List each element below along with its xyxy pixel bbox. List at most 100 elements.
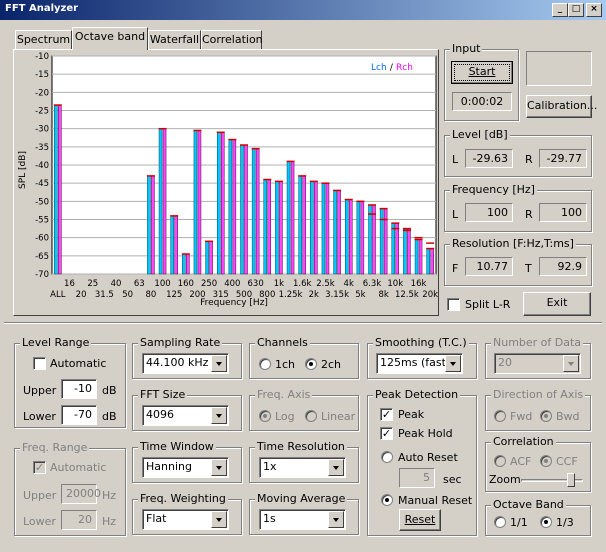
reset-button[interactable]: Reset — [399, 509, 441, 531]
peak-label: Peak — [398, 408, 425, 421]
chevron-down-icon[interactable] — [328, 511, 344, 528]
legend-rch: Rch — [396, 63, 413, 73]
freq-weighting-select[interactable]: Flat — [142, 509, 229, 530]
time-window-label: Time Window — [138, 440, 216, 453]
lch-bar — [414, 239, 419, 275]
freq-axis-log-radio[interactable] — [259, 410, 271, 422]
correlation-acf-radio[interactable] — [494, 455, 506, 467]
smoothing-value: 125ms (fast) — [380, 356, 451, 369]
chevron-down-icon[interactable] — [211, 459, 227, 476]
fft-size-value: 4096 — [146, 408, 174, 421]
fft-size-select[interactable]: 4096 — [142, 405, 229, 426]
direction-bwd-radio[interactable] — [540, 410, 552, 422]
correlation-ccf-radio[interactable] — [540, 455, 552, 467]
rch-bar — [232, 139, 237, 275]
start-button[interactable]: Start — [451, 61, 513, 84]
rch-bar — [337, 190, 341, 275]
chevron-down-icon[interactable] — [563, 355, 579, 372]
lch-bar — [391, 222, 396, 275]
level-auto-checkbox[interactable] — [33, 357, 46, 370]
freq-upper-input[interactable]: 20000 — [61, 484, 101, 504]
maximize-button[interactable]: □ — [568, 3, 584, 17]
zoom-slider-thumb[interactable] — [567, 473, 575, 487]
freq-auto-checkbox[interactable]: ✓ — [33, 461, 46, 474]
x-tick-label: 1k — [274, 279, 284, 289]
octave-1-1-radio[interactable] — [494, 516, 506, 528]
sampling-rate-select[interactable]: 44.100 kHz — [142, 353, 229, 374]
manual-reset-radio[interactable] — [381, 494, 393, 506]
rch-bar — [302, 175, 306, 275]
frequency-r-value: 100 — [539, 203, 587, 222]
auto-reset-seconds[interactable]: 5 — [399, 468, 435, 488]
direction-bwd-label: Bwd — [556, 410, 580, 423]
number-of-data-value: 20 — [498, 356, 512, 369]
peak-checkbox[interactable]: ✓ — [380, 408, 393, 421]
number-of-data-select[interactable]: 20 — [494, 353, 581, 374]
calibration-label: Calibration... — [527, 99, 598, 112]
x-tick-label: 100 — [154, 279, 170, 289]
lch-bar — [158, 128, 163, 275]
time-resolution-value: 1x — [263, 460, 277, 473]
x-tick-label: 16k — [411, 279, 427, 289]
octave-1-1-label: 1/1 — [510, 516, 528, 529]
tab-spectrum[interactable]: Spectrum — [15, 30, 72, 50]
divider — [4, 322, 602, 324]
moving-average-select[interactable]: 1s — [259, 509, 346, 530]
peak-hold-label: Peak Hold — [398, 427, 453, 440]
chevron-down-icon[interactable] — [211, 407, 227, 424]
tab-correlation[interactable]: Correlation — [201, 30, 263, 50]
level-upper-input[interactable]: -10 — [61, 379, 97, 399]
lch-bar — [356, 201, 361, 275]
octave-1-3-radio[interactable] — [540, 516, 552, 528]
minimize-button[interactable]: _ — [552, 3, 568, 17]
lch-bar — [147, 175, 151, 275]
level-lower-input[interactable]: -70 — [61, 405, 97, 425]
exit-label: Exit — [546, 296, 568, 309]
y-tick-label: -25 — [35, 107, 49, 117]
tab-label: Correlation — [202, 33, 263, 46]
x-tick-label: 25 — [87, 279, 98, 289]
level-l-label: L — [452, 153, 459, 166]
rch-bar — [209, 241, 213, 275]
time-resolution-select[interactable]: 1x — [259, 457, 346, 478]
chevron-down-icon[interactable] — [328, 459, 344, 476]
exit-button[interactable]: Exit — [523, 292, 591, 316]
rch-bar — [267, 179, 272, 275]
lch-bar — [182, 253, 186, 275]
rch-bar — [430, 248, 434, 275]
split-lr-checkbox[interactable] — [447, 298, 460, 311]
close-button[interactable]: × — [586, 3, 602, 17]
x-tick-label: 80 — [145, 290, 156, 300]
auto-reset-radio[interactable] — [381, 451, 393, 463]
chevron-down-icon[interactable] — [445, 355, 461, 372]
input-group-label: Input — [450, 42, 483, 55]
lch-bar — [263, 179, 268, 275]
x-tick-label: 1.25k — [279, 290, 303, 300]
direction-fwd-radio[interactable] — [494, 410, 506, 422]
rch-bar — [58, 104, 62, 275]
tab-label: Octave band — [74, 30, 146, 43]
smoothing-select[interactable]: 125ms (fast) — [376, 353, 463, 374]
freq-axis-linear-radio[interactable] — [305, 410, 317, 422]
peak-hold-checkbox[interactable]: ✓ — [380, 427, 393, 440]
direction-of-axis-label: Direction of Axis — [491, 388, 586, 401]
chevron-down-icon[interactable] — [211, 355, 227, 372]
split-lr-label: Split L-R — [465, 298, 511, 311]
time-window-select[interactable]: Hanning — [142, 457, 229, 478]
freq-lower-input[interactable]: 20 — [61, 510, 97, 530]
moving-average-value: 1s — [263, 512, 276, 525]
y-tick-label: -45 — [35, 179, 49, 189]
tab-waterfall[interactable]: Waterfall — [148, 30, 201, 50]
tab-octave-band[interactable]: Octave band — [72, 27, 148, 50]
lch-bar — [298, 175, 302, 275]
lch-bar — [251, 148, 256, 275]
rch-bar — [290, 161, 295, 275]
calibration-button[interactable]: Calibration... — [526, 95, 597, 118]
channels-2ch-radio[interactable] — [305, 358, 317, 370]
lch-bar — [310, 181, 314, 275]
x-tick-label: 630 — [248, 279, 264, 289]
channels-1ch-radio[interactable] — [259, 358, 271, 370]
chevron-down-icon[interactable] — [211, 511, 227, 528]
x-tick-label: 250 — [201, 279, 217, 289]
level-upper-unit: dB — [102, 384, 117, 397]
